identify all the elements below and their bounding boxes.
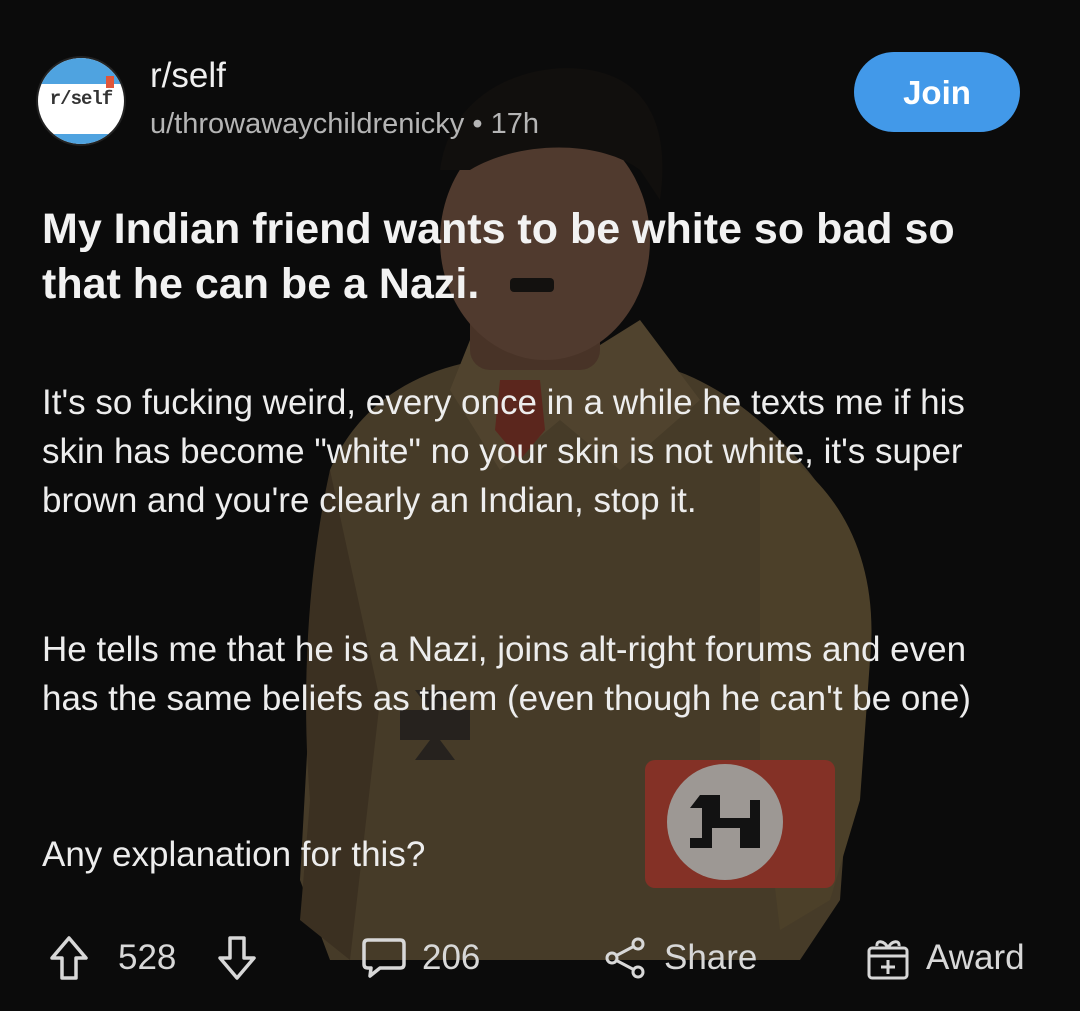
post-screenshot: r/self r/self u/throwawaychildrenicky • … — [0, 0, 1080, 1011]
share-nodes-icon — [605, 937, 645, 979]
upvote-arrow-icon — [50, 936, 88, 980]
downvote-button[interactable] — [216, 930, 258, 986]
avatar-label: r/self — [49, 88, 113, 110]
vote-score: 528 — [118, 938, 177, 977]
subreddit-avatar[interactable]: r/self — [38, 58, 124, 144]
upvote-button[interactable] — [48, 930, 90, 986]
comments-button[interactable]: 206 — [360, 930, 480, 986]
join-button[interactable]: Join — [854, 52, 1020, 132]
share-label: Share — [664, 938, 758, 977]
downvote-arrow-icon — [218, 936, 256, 980]
author-link[interactable]: u/throwawaychildrenicky — [150, 108, 464, 140]
post-body-paragraph: Any explanation for this? — [42, 835, 426, 874]
award-label: Award — [926, 938, 1025, 977]
award-button[interactable]: Award — [864, 930, 1025, 986]
speech-bubble-icon — [362, 938, 406, 978]
avatar-stripe-bottom — [38, 134, 124, 144]
post-body-paragraph: He tells me that he is a Nazi, joins alt… — [42, 630, 971, 718]
meta-separator: • — [472, 108, 483, 140]
post-meta: u/throwawaychildrenicky • 17h — [150, 108, 539, 141]
share-button[interactable]: Share — [602, 930, 757, 986]
subreddit-name[interactable]: r/self — [150, 56, 226, 96]
gift-box-icon — [867, 940, 909, 980]
post-title[interactable]: My Indian friend wants to be white so ba… — [42, 202, 1022, 312]
post-body-paragraph: It's so fucking weird, every once in a w… — [42, 383, 965, 520]
post-age: 17h — [490, 108, 539, 140]
post-header: r/self r/self u/throwawaychildrenicky • … — [38, 52, 1020, 152]
post-action-bar: 528 206 Share Award — [40, 930, 1060, 986]
comment-count: 206 — [422, 938, 481, 977]
avatar-tick — [106, 76, 114, 88]
